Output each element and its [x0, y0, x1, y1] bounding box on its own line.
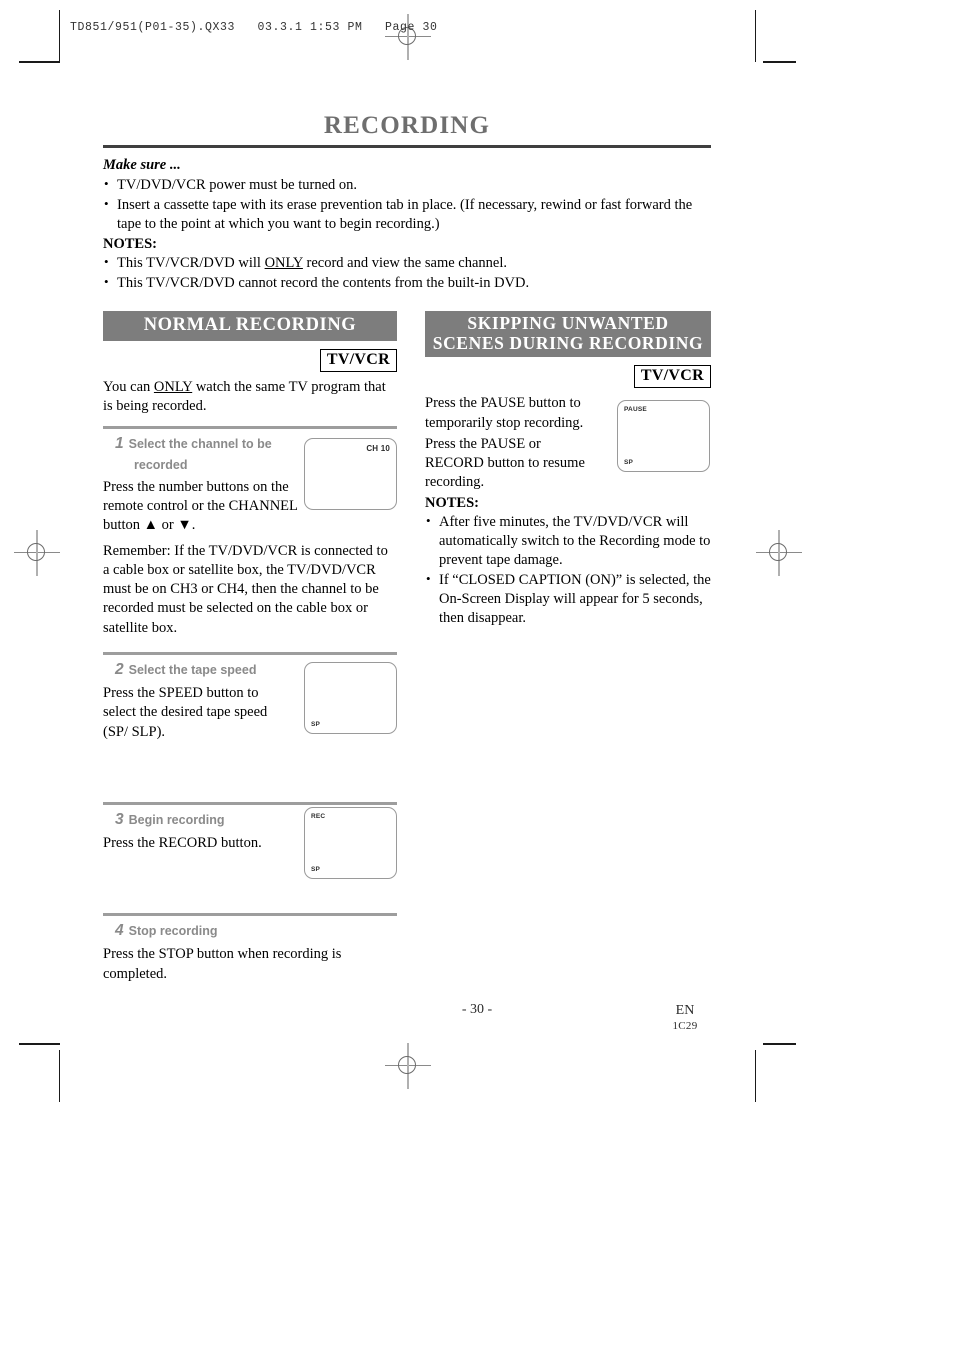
skipping-scenes-body: Press the PAUSE button to temporarily st… [425, 394, 711, 492]
footer-language-block: EN 1C29 [640, 1002, 730, 1033]
step-heading-line1: Select the tape speed [128, 663, 257, 678]
step-number: 2 [115, 661, 124, 679]
tv-screen-step-3: REC SP [304, 806, 397, 879]
intro-notes-list: This TV/VCR/DVD will ONLY record and vie… [103, 253, 711, 293]
step-divider [103, 426, 397, 430]
skipping-body-2: Press the PAUSE or RECORD button to resu… [425, 435, 585, 491]
step-divider [103, 652, 397, 656]
step-2-spacer [103, 742, 397, 790]
list-item: TV/DVD/VCR power must be turned on. [103, 174, 711, 195]
registration-mark-circle [398, 1056, 416, 1074]
make-sure-label: Make sure ... [103, 156, 181, 173]
section-header-line1: SKIPPING UNWANTED [467, 313, 669, 334]
step-1-remember: Remember: If the TV/DVD/VCR is connected… [103, 542, 388, 636]
step-4-body: Press the STOP button when recording is … [103, 946, 342, 982]
page-content: RECORDING Make sure ... TV/DVD/VCR power… [103, 112, 711, 982]
osd-speed-label: SP [311, 721, 321, 729]
page-title: RECORDING [323, 112, 491, 139]
crop-mark-top-left-horizontal [19, 61, 60, 63]
crop-mark-top-right-vertical [755, 10, 756, 62]
badge-row-right: TV/VCR [425, 365, 711, 389]
crop-mark-top-right-horizontal [763, 61, 796, 63]
make-sure-list: TV/DVD/VCR power must be turned on. Inse… [103, 174, 711, 234]
registration-mark-right [756, 530, 802, 576]
list-item: This TV/VCR/DVD cannot record the conten… [103, 273, 711, 293]
skipping-notes-list: After five minutes, the TV/DVD/VCR will … [425, 512, 711, 629]
section-header-skipping-scenes: SKIPPING UNWANTED SCENES DURING RECORDIN… [425, 311, 711, 358]
badge-row-left: TV/VCR [103, 348, 397, 372]
registration-mark-circle [769, 543, 787, 561]
step-number: 3 [115, 810, 124, 828]
normal-recording-intro: You can ONLY watch the same TV program t… [103, 378, 397, 417]
step-divider [103, 913, 397, 917]
status-badge: TV/VCR [319, 348, 397, 372]
footer-language: EN [675, 1003, 695, 1018]
tv-screen-step-1: CH 10 [304, 438, 397, 511]
status-badge: TV/VCR [633, 365, 711, 389]
step-4-heading: 4 Stop recording [115, 919, 397, 943]
note-text-post: record and view the same channel. [302, 254, 508, 271]
print-slug: TD851/951(P01-35).QX33 03.3.1 1:53 PM Pa… [70, 21, 438, 34]
step-4: 4 Stop recording Press the STOP button wh… [103, 913, 397, 984]
registration-mark-circle [27, 543, 45, 561]
step-divider [103, 801, 397, 805]
crop-mark-top-left-vertical [59, 10, 60, 62]
osd-speed-label: SP [624, 459, 634, 467]
tv-screen-pause: PAUSE SP [617, 400, 710, 473]
two-column-region: NORMAL RECORDING TV/VCR You can ONLY wat… [103, 311, 711, 982]
intro-notes-label: NOTES: [103, 235, 157, 252]
title-divider [103, 144, 711, 148]
crop-mark-bottom-left-vertical [59, 1050, 60, 1102]
column-skipping-scenes: SKIPPING UNWANTED SCENES DURING RECORDIN… [425, 311, 711, 629]
footer-page-number: - 30 - [461, 1002, 493, 1017]
list-item: After five minutes, the TV/DVD/VCR will … [425, 512, 711, 570]
step-heading-line1: Begin recording [128, 812, 225, 827]
crop-mark-bottom-left-horizontal [19, 1043, 60, 1045]
skipping-body-1: Press the PAUSE button to temporarily st… [425, 395, 584, 431]
list-item: If “CLOSED CAPTION (ON)” is selected, th… [425, 570, 711, 628]
registration-mark-left [14, 530, 60, 576]
step-2-body: Press the SPEED button to select the des… [103, 685, 268, 740]
osd-rec-label: REC [311, 812, 326, 820]
step-3-body: Press the RECORD button. [103, 834, 262, 851]
note-emphasis: ONLY [264, 254, 303, 271]
list-item: This TV/VCR/DVD will ONLY record and vie… [103, 253, 711, 273]
step-number: 1 [115, 435, 124, 453]
crop-mark-bottom-right-vertical [755, 1050, 756, 1102]
crop-mark-bottom-right-horizontal [763, 1043, 796, 1045]
step-2: 2 Select the tape speed Press the SPEED b… [103, 652, 397, 790]
osd-channel-label: CH 10 [366, 444, 390, 454]
step-heading-line1: Stop recording [128, 924, 218, 939]
osd-pause-label: PAUSE [624, 406, 647, 414]
step-1-body: Press the number buttons on the remote c… [103, 478, 298, 534]
column-normal-recording: NORMAL RECORDING TV/VCR You can ONLY wat… [103, 311, 397, 984]
step-1: 1 Select the channel to be recorded Press… [103, 426, 397, 638]
list-item: Insert a cassette tape with its erase pr… [103, 195, 711, 234]
intro-emphasis: ONLY [153, 378, 193, 395]
skipping-notes-label: NOTES: [425, 494, 479, 511]
registration-mark-bottom [385, 1043, 431, 1089]
step-3: 3 Begin recording Press the RECORD button… [103, 801, 397, 901]
tv-screen-step-2: SP [304, 662, 397, 735]
note-text-pre: This TV/VCR/DVD will [117, 254, 265, 271]
footer-doc-code: 1C29 [672, 1019, 698, 1032]
intro-text-pre: You can [103, 378, 154, 395]
step-heading-line1: Select the channel to be [128, 437, 272, 452]
document-page: TD851/951(P01-35).QX33 03.3.1 1:53 PM Pa… [0, 0, 954, 1349]
section-header-line2: SCENES DURING RECORDING [432, 332, 704, 353]
step-number: 4 [115, 922, 124, 940]
osd-speed-label: SP [311, 865, 321, 873]
section-header-normal-recording: NORMAL RECORDING [103, 311, 397, 341]
